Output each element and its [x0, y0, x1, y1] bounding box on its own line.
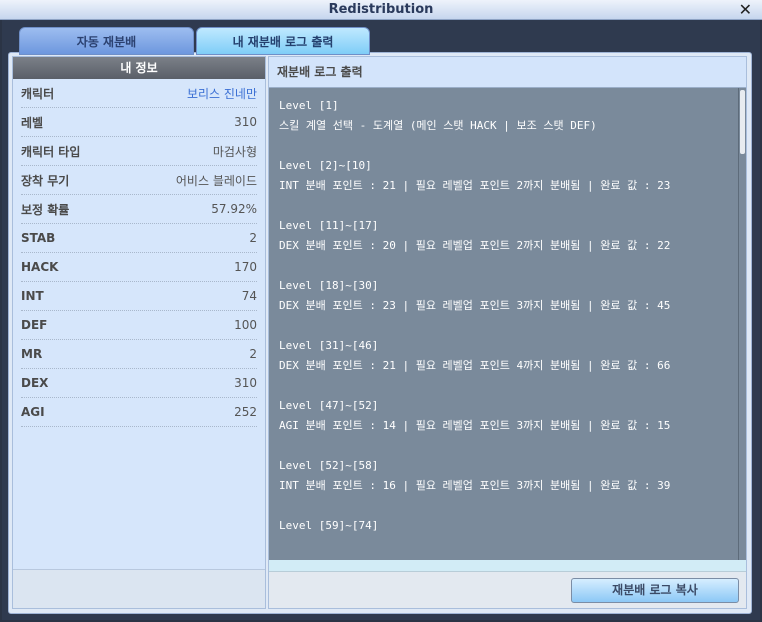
window-title: Redistribution	[328, 2, 434, 17]
log-line: 스킬 계열 선택 - 도계열 (메인 스탯 HACK | 보조 스탯 DEF)	[279, 119, 597, 132]
info-row: STAB 2	[21, 224, 257, 253]
info-row: 레벨 310	[21, 108, 257, 137]
info-value: 마검사형	[212, 144, 257, 159]
tab-auto-redistribution[interactable]: 자동 재분배	[19, 27, 194, 55]
info-row: MR 2	[21, 340, 257, 369]
info-value: 100	[234, 318, 257, 332]
info-row: AGI 252	[21, 398, 257, 427]
info-value: 어비스 블레이드	[175, 173, 257, 188]
info-row: 캐릭터 보리스 진네만	[21, 79, 257, 108]
log-line: Level [2]~[10]	[279, 159, 372, 172]
info-value: 2	[249, 231, 257, 245]
info-label: AGI	[21, 405, 45, 419]
log-line: INT 분배 포인트 : 16 | 필요 레벨업 포인트 3까지 분배됨 | 완…	[279, 479, 671, 492]
info-label: 레벨	[21, 115, 44, 130]
info-row: 보정 확률 57.92%	[21, 195, 257, 224]
info-value: 170	[234, 260, 257, 274]
info-label: 보정 확률	[21, 202, 70, 217]
info-value: 252	[234, 405, 257, 419]
log-header: 재분배 로그 출력	[269, 57, 746, 88]
info-value: 57.92%	[211, 202, 257, 216]
log-line: DEX 분배 포인트 : 23 | 필요 레벨업 포인트 3까지 분배됨 | 완…	[279, 299, 671, 312]
log-line: DEX 분배 포인트 : 20 | 필요 레벨업 포인트 2까지 분배됨 | 완…	[279, 239, 671, 252]
log-output[interactable]: Level [1] 스킬 계열 선택 - 도계열 (메인 스탯 HACK | 보조…	[269, 88, 746, 560]
log-line: Level [11]~[17]	[279, 219, 379, 232]
log-panel: 재분배 로그 출력 Level [1] 스킬 계열 선택 - 도계열 (메인 스탯…	[268, 56, 747, 609]
info-value: 2	[249, 347, 257, 361]
info-row: HACK 170	[21, 253, 257, 282]
info-label: DEF	[21, 318, 48, 332]
log-line: Level [18]~[30]	[279, 279, 379, 292]
log-line: Level [59]~[74]	[279, 519, 379, 532]
log-scrollbar[interactable]	[738, 88, 746, 560]
info-label: 캐릭터 타입	[21, 144, 81, 159]
title-bar: Redistribution ✕	[0, 0, 762, 20]
info-label: DEX	[21, 376, 49, 390]
info-label: 장착 무기	[21, 173, 70, 188]
info-label: INT	[21, 289, 44, 303]
info-value: 보리스 진네만	[186, 86, 257, 101]
log-line: Level [52]~[58]	[279, 459, 379, 472]
log-line: AGI 분배 포인트 : 14 | 필요 레벨업 포인트 3까지 분배됨 | 완…	[279, 419, 671, 432]
log-line: Level [31]~[46]	[279, 339, 379, 352]
info-label: MR	[21, 347, 43, 361]
info-value: 310	[234, 376, 257, 390]
close-icon[interactable]: ✕	[739, 0, 752, 19]
log-strip	[269, 560, 746, 572]
log-line: Level [1]	[279, 99, 339, 112]
my-info-header: 내 정보	[13, 57, 265, 79]
info-row: INT 74	[21, 282, 257, 311]
tab-my-redistribution-log[interactable]: 내 재분배 로그 출력	[196, 27, 370, 55]
info-value: 310	[234, 115, 257, 129]
scrollbar-thumb[interactable]	[740, 90, 745, 154]
my-info-panel: 내 정보 캐릭터 보리스 진네만레벨 310 캐릭터 타입 마검사형장착 무기 어비스 블…	[12, 56, 266, 609]
log-line: DEX 분배 포인트 : 21 | 필요 레벨업 포인트 4까지 분배됨 | 완…	[279, 359, 671, 372]
info-label: STAB	[21, 231, 56, 245]
my-info-footer	[13, 569, 265, 608]
info-label: 캐릭터	[21, 86, 55, 101]
copy-log-button[interactable]: 재분배 로그 복사	[571, 578, 739, 603]
info-value: 74	[241, 289, 257, 303]
info-row: DEX 310	[21, 369, 257, 398]
info-row: 장착 무기 어비스 블레이드	[21, 166, 257, 195]
info-row: 캐릭터 타입 마검사형	[21, 137, 257, 166]
info-label: HACK	[21, 260, 59, 274]
info-row: DEF 100	[21, 311, 257, 340]
log-line: INT 분배 포인트 : 21 | 필요 레벨업 포인트 2까지 분배됨 | 완…	[279, 179, 671, 192]
log-line: Level [47]~[52]	[279, 399, 379, 412]
